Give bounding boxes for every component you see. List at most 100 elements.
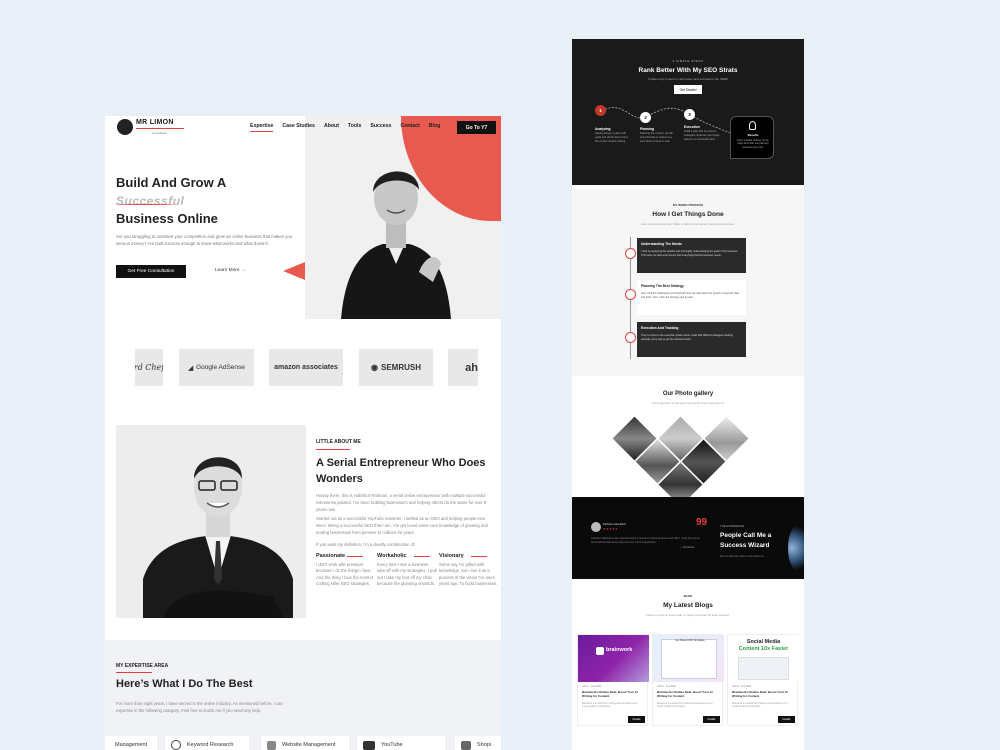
- step-3-desc: Fulfill a plan with our proven strategie…: [684, 130, 720, 141]
- blog-card-3[interactable]: Social Media Content 10x Faster Admin · …: [727, 634, 799, 726]
- award-icon: [749, 121, 756, 130]
- blog-title: My Latest Blogs: [663, 602, 713, 609]
- step-2-title: Planning: [640, 127, 654, 131]
- nav-item-about[interactable]: About: [324, 123, 339, 132]
- blog-details-button[interactable]: Details: [778, 716, 795, 723]
- image-heading-line2: Content 10x Faster: [738, 646, 789, 652]
- partner-logo-semrush: ◉ SEMRUSH: [359, 349, 433, 386]
- blog-post-desc: Brainwork is a powerful AI writing tool …: [582, 703, 638, 709]
- expertise-kicker-underline: [116, 672, 152, 673]
- trait-visionary: Visionary Some say I'm gifted with knowl…: [439, 553, 499, 587]
- testimonial-title: People Call Me a Success Wizard: [720, 532, 772, 549]
- partner-logo-ah: ah: [448, 349, 478, 386]
- blog-kicker: BLOG: [683, 594, 693, 598]
- blog-card-1[interactable]: brainwork Admin · Sep 2023 Brainwork Lif…: [577, 634, 649, 726]
- card-label: Management: [115, 742, 148, 748]
- expertise-card-shopify[interactable]: Shopi: [455, 736, 501, 750]
- partner-logos-strip: rd Chef ◢ Google AdSense amazon associate…: [105, 349, 501, 387]
- nav-item-blog[interactable]: Blog: [429, 123, 441, 132]
- blog-details-button[interactable]: Details: [703, 716, 720, 723]
- rocket-icon: [267, 740, 276, 750]
- photo-gallery-section: Our Photo gallery Some glimpses of the w…: [572, 380, 804, 507]
- expertise-card-keyword-research[interactable]: Keyword Research: [165, 736, 249, 750]
- nav-item-case-studies[interactable]: Case Studies: [282, 123, 315, 132]
- testimonial-author: — Mr Ahsan: [680, 546, 695, 549]
- shopify-icon: [461, 740, 471, 750]
- expertise-card-youtube[interactable]: YouTube: [357, 736, 445, 750]
- hero-title-line3: Business Online: [116, 211, 218, 226]
- dashboard-screenshot-label: Get Started With Templates: [675, 639, 705, 642]
- expertise-title: Here’s What I Do The Best: [116, 678, 253, 690]
- nav-item-contact[interactable]: Contact: [400, 123, 419, 132]
- step-2-desc: Planning the content, growth and schedul…: [640, 132, 673, 143]
- hero-description: Are you struggling to outsmart your comp…: [116, 234, 293, 246]
- get-started-button[interactable]: Get Started: [674, 85, 702, 94]
- partner-logo-adsense-label: Google AdSense: [196, 364, 245, 371]
- trait-desc: I don't work with pressure because I do …: [316, 562, 374, 586]
- partner-logo-amazon: amazon associates: [269, 349, 343, 386]
- expertise-section: MY EXPERTISE AREA Here’s What I Do The B…: [105, 640, 501, 750]
- blog-post-title[interactable]: Brainwork Lifetime Deal: Boost Your AI W…: [657, 690, 721, 698]
- expertise-description: For more than eight years, I have served…: [116, 701, 283, 713]
- steps-title: Rank Better With My SEO Strats: [638, 67, 738, 74]
- blog-details-button[interactable]: Details: [628, 716, 645, 723]
- learn-more-link[interactable]: Learn More →: [215, 268, 246, 273]
- process-card-planning: Planning The Best Strategy Next I find t…: [637, 280, 746, 315]
- rating-stars: ★★★★★: [603, 527, 618, 531]
- results-title: Results: [747, 133, 759, 137]
- process-subtitle: Here is the process that I follow to bui…: [641, 222, 735, 226]
- partner-logo-chef: rd Chef: [135, 349, 163, 386]
- process-card-title: Understanding The Needs: [641, 242, 682, 246]
- nav-menu: Expertise Case Studies About Tools Succe…: [250, 123, 449, 132]
- process-card-title: Execution And Tracking: [641, 326, 679, 330]
- arrow-right-icon: →: [240, 268, 246, 273]
- site-logo[interactable]: MR LIMON Consultant: [117, 118, 184, 138]
- planet-glow-decoration: [788, 525, 804, 571]
- nav-cta-button[interactable]: Go To Y7: [457, 121, 496, 134]
- image-app-screenshot: [738, 657, 789, 680]
- step-1-desc: Getting things in place with goals and a…: [595, 132, 628, 143]
- card-label: Shopi: [477, 742, 492, 748]
- step-3-title: Execution: [684, 125, 700, 129]
- blog-post-title[interactable]: Brainwork Lifetime Deal: Boost Your AI W…: [582, 690, 646, 698]
- step-3-dot: 3: [684, 109, 695, 120]
- expertise-card-website-management[interactable]: Website Management: [261, 736, 349, 750]
- gallery-subtitle: Some glimpses of the work and events I h…: [651, 401, 725, 405]
- hero-triangle-shape: [283, 262, 305, 280]
- trait-underline: [414, 556, 430, 557]
- logo-avatar-icon: [117, 119, 133, 135]
- process-card-desc: Then it comes to the execution phase whe…: [641, 334, 733, 341]
- brainwork-logo-icon: [596, 647, 604, 655]
- blog-post-title[interactable]: Brainwork Lifetime Deal: Boost Your AI W…: [732, 690, 796, 698]
- sections-mockup: 4 SIMPLE STEPS Rank Better With My SEO S…: [572, 39, 804, 750]
- testimonial-section: Mohammad Abid ★★★★★ 99 Hafizibur Rahman …: [572, 497, 804, 579]
- step-1-title: Analyzing: [595, 127, 611, 131]
- free-consultation-button[interactable]: Get Free Consultation: [116, 265, 186, 278]
- trait-underline: [471, 556, 487, 557]
- expertise-kicker: MY EXPERTISE AREA: [116, 663, 169, 669]
- about-kicker-underline: [316, 449, 350, 450]
- partner-logo-semrush-label: SEMRUSH: [380, 363, 421, 372]
- nav-item-expertise[interactable]: Expertise: [250, 123, 274, 132]
- nav-item-tools[interactable]: Tools: [348, 123, 361, 132]
- keyword-icon: [171, 740, 181, 750]
- top-navbar: MR LIMON Consultant Expertise Case Studi…: [105, 116, 501, 140]
- about-kicker: LITTLE ABOUT ME: [316, 439, 361, 445]
- timeline-dot-1: [625, 248, 636, 259]
- hero-title-highlight: Successful: [116, 193, 185, 208]
- testimonial-kicker: THE EXPERIENCE: [720, 524, 745, 528]
- image-heading-line1: Social Media: [746, 639, 781, 645]
- logo-name: MR LIMON: [136, 119, 174, 126]
- about-paragraph-2: Started out as a successful YouTube mark…: [316, 516, 488, 535]
- blog-card-2[interactable]: Get Started With Templates Admin · Sep 2…: [652, 634, 724, 726]
- expertise-card-management[interactable]: Management: [105, 736, 157, 750]
- nav-item-success[interactable]: Success: [370, 123, 391, 132]
- brainwork-image-label: brainwork: [606, 647, 633, 653]
- steps-subtitle: It takes only 4 steps to rank better and…: [647, 77, 729, 81]
- blog-card-image: Social Media Content 10x Faster: [728, 635, 799, 682]
- hero-title-line1: Build And Grow A: [116, 175, 227, 190]
- homepage-mockup: MR LIMON Consultant Expertise Case Studi…: [105, 116, 501, 750]
- trait-desc: Some say I'm gifted with knowledge, but …: [439, 562, 498, 586]
- blog-post-desc: Brainwork is a powerful AI writing tool …: [657, 703, 713, 709]
- process-card-understanding: Understanding The Needs I start by analy…: [637, 238, 746, 273]
